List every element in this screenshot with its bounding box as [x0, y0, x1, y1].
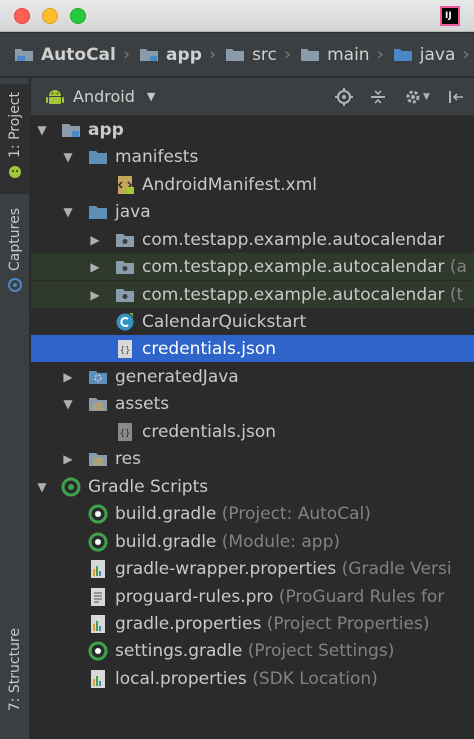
resource-folder-icon	[89, 398, 107, 411]
json-file-icon: {}	[118, 340, 132, 358]
captures-tool-tab[interactable]: Captures	[0, 208, 30, 293]
package-icon	[116, 234, 134, 247]
locate-file-icon[interactable]	[334, 87, 354, 107]
folder-icon	[89, 151, 107, 164]
svg-text:{}: {}	[120, 346, 131, 356]
android-project-icon	[9, 165, 21, 178]
gradle-file-icon	[88, 532, 108, 552]
chevron-right-icon: ›	[208, 44, 217, 65]
collapsed-arrow-icon[interactable]: ▶	[61, 452, 75, 466]
hide-panel-icon[interactable]	[446, 87, 466, 107]
breadcrumb-item-src[interactable]: src	[225, 45, 277, 65]
chevron-down-icon: ▼	[146, 90, 156, 103]
tree-node-package-test[interactable]: ▶ com.testapp.example.autocalendar (t	[31, 281, 474, 308]
folder-icon	[226, 49, 245, 61]
chevron-right-icon: ›	[462, 44, 470, 65]
tree-node-res[interactable]: ▶ res	[31, 445, 474, 472]
java-class-icon	[116, 313, 134, 331]
tool-window-strip: 1: Project Captures 7: Structure	[0, 78, 30, 739]
tree-node-calendar-quickstart[interactable]: CalendarQuickstart	[31, 308, 474, 335]
tree-node-android-manifest[interactable]: AndroidManifest.xml	[31, 171, 474, 198]
source-folder-icon	[393, 49, 412, 61]
collapsed-arrow-icon[interactable]: ▶	[61, 370, 75, 384]
gradle-icon	[61, 477, 81, 497]
source-folder-icon	[89, 206, 107, 219]
breadcrumb-item-main[interactable]: main	[300, 45, 370, 65]
project-tool-tab[interactable]: 1: Project	[0, 84, 30, 194]
chevron-right-icon: ›	[283, 44, 292, 65]
package-icon	[116, 289, 134, 302]
breadcrumb-item-java[interactable]: java	[393, 45, 455, 65]
ide-logo-icon: IJ	[440, 6, 460, 26]
tree-node-manifests[interactable]: ▼ manifests	[31, 143, 474, 170]
title-bar: IJ	[0, 0, 474, 32]
project-tree: ▼ app ▼ manifests AndroidManifest.xml ▼ …	[31, 116, 474, 739]
android-icon	[46, 89, 64, 104]
tree-node-local-properties[interactable]: local.properties (SDK Location)	[31, 665, 474, 692]
tree-node-assets[interactable]: ▼ assets	[31, 390, 474, 417]
view-mode-dropdown[interactable]: Android ▼	[45, 87, 155, 107]
tree-node-generated-java[interactable]: ▶ generatedJava	[31, 363, 474, 390]
svg-text:{}: {}	[120, 429, 131, 439]
package-icon	[116, 261, 134, 274]
expand-arrow-icon[interactable]: ▼	[35, 480, 49, 494]
expand-arrow-icon[interactable]: ▼	[61, 397, 75, 411]
tree-node-proguard-rules[interactable]: proguard-rules.pro (ProGuard Rules for	[31, 583, 474, 610]
properties-file-icon	[91, 615, 105, 633]
close-window-button[interactable]	[14, 8, 30, 24]
chevron-down-icon: ▼	[423, 92, 430, 102]
tree-node-build-gradle-project[interactable]: build.gradle (Project: AutoCal)	[31, 500, 474, 527]
gradle-file-icon	[88, 641, 108, 661]
project-folder-icon	[15, 49, 33, 61]
tree-node-build-gradle-module[interactable]: build.gradle (Module: app)	[31, 528, 474, 555]
chevron-right-icon: ›	[122, 44, 131, 65]
expand-arrow-icon[interactable]: ▼	[35, 123, 49, 137]
structure-tool-tab[interactable]: 7: Structure	[0, 628, 30, 711]
collapsed-arrow-icon[interactable]: ▶	[88, 288, 102, 302]
tree-node-package-android-test[interactable]: ▶ com.testapp.example.autocalendar (a	[31, 253, 474, 280]
collapse-all-icon[interactable]	[368, 87, 388, 107]
collapsed-arrow-icon[interactable]: ▶	[88, 233, 102, 247]
breadcrumb-item-project[interactable]: AutoCal	[14, 45, 116, 65]
tree-node-gradle-properties[interactable]: gradle.properties (Project Properties)	[31, 610, 474, 637]
expand-arrow-icon[interactable]: ▼	[61, 205, 75, 219]
module-folder-icon	[62, 124, 80, 137]
xml-file-icon	[117, 176, 134, 194]
captures-icon	[8, 277, 22, 292]
minimize-window-button[interactable]	[42, 8, 58, 24]
resource-folder-icon	[89, 453, 107, 466]
module-folder-icon	[140, 49, 159, 61]
tree-node-credentials-json-assets[interactable]: {} credentials.json	[31, 418, 474, 445]
gear-icon[interactable]: ▼	[402, 87, 432, 107]
collapsed-arrow-icon[interactable]: ▶	[88, 260, 102, 274]
properties-file-icon	[91, 670, 105, 688]
gradle-file-icon	[88, 504, 108, 524]
properties-file-icon	[91, 560, 105, 578]
folder-icon	[301, 49, 320, 61]
text-file-icon	[91, 588, 105, 606]
tree-node-package-main[interactable]: ▶ com.testapp.example.autocalendar	[31, 226, 474, 253]
expand-arrow-icon[interactable]: ▼	[61, 150, 75, 164]
tree-node-credentials-json-java[interactable]: {} credentials.json	[31, 335, 474, 362]
tree-node-gradle-scripts[interactable]: ▼ Gradle Scripts	[31, 473, 474, 500]
tree-node-settings-gradle[interactable]: settings.gradle (Project Settings)	[31, 637, 474, 664]
tree-node-gradle-wrapper-properties[interactable]: gradle-wrapper.properties (Gradle Versi	[31, 555, 474, 582]
tree-node-app[interactable]: ▼ app	[31, 116, 474, 143]
tree-node-java[interactable]: ▼ java	[31, 198, 474, 225]
breadcrumb: AutoCal › app › src › main › java ›	[0, 33, 474, 77]
zoom-window-button[interactable]	[70, 8, 86, 24]
json-file-icon: {}	[118, 423, 132, 441]
chevron-right-icon: ›	[376, 44, 384, 65]
project-panel-header: Android ▼ ▼	[31, 78, 474, 116]
generated-folder-icon	[89, 371, 107, 384]
breadcrumb-item-app[interactable]: app	[139, 45, 202, 65]
